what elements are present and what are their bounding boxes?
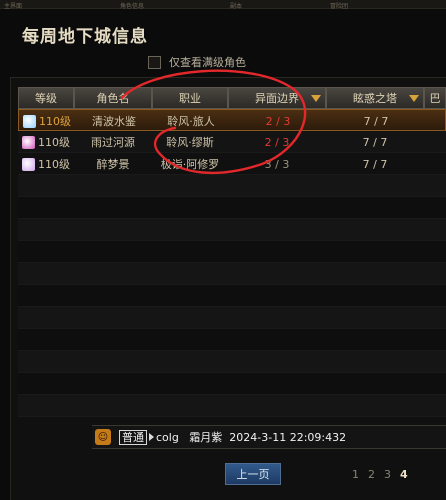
filter-checkbox[interactable] <box>148 55 161 69</box>
top-tab[interactable]: 冒险团 <box>330 1 348 10</box>
page-title: 每周地下城信息 <box>22 27 148 47</box>
page-link-current[interactable]: 4 <box>400 468 408 481</box>
tower-count: 7 / 7 <box>362 135 388 149</box>
empty-row <box>18 285 446 307</box>
page-link[interactable]: 2 <box>368 468 375 481</box>
table-header: 等级 角色名 职业 异面边界 眩惑之塔 巴 <box>18 87 446 109</box>
table-row[interactable]: 110级 雨过河源 聆风·缪斯 2 / 3 7 / 7 <box>18 131 446 153</box>
top-tab[interactable]: 主界面 <box>4 1 22 10</box>
char-class: 极诣·阿修罗 <box>160 158 220 171</box>
max-level-filter[interactable]: 仅查看满级角色 <box>148 54 246 70</box>
empty-row <box>18 351 446 373</box>
filter-label: 仅查看满级角色 <box>169 56 246 69</box>
char-class: 聆风·缪斯 <box>166 136 214 149</box>
empty-row <box>18 197 446 219</box>
avatar <box>22 157 35 171</box>
chat-channel-badge[interactable]: 普通 <box>119 429 147 445</box>
char-name: 醉梦景 <box>96 158 130 171</box>
smiley-icon[interactable]: ☺ <box>95 429 111 445</box>
empty-row <box>18 307 446 329</box>
sort-arrow-icon[interactable] <box>409 95 419 102</box>
col-tower[interactable]: 眩惑之塔 <box>326 87 424 109</box>
page-numbers: 1 2 3 4 <box>352 468 417 481</box>
char-name: 雨过河源 <box>91 136 135 149</box>
empty-row <box>18 373 446 395</box>
empty-row <box>18 175 446 197</box>
boundary-count: 2 / 3 <box>264 135 290 149</box>
table-row[interactable]: 110级 清波水鉴 聆风·旅人 2 / 3 7 / 7 <box>18 109 446 131</box>
boundary-count: 2 / 3 <box>265 114 291 128</box>
col-extra[interactable]: 巴 <box>424 87 446 109</box>
chat-input[interactable]: colg 霜月紫 2024-3-11 22:09:432 <box>156 429 346 445</box>
table-row[interactable]: 110级 醉梦景 极诣·阿修罗 3 / 3 7 / 7 <box>18 153 446 175</box>
chat-bar[interactable]: ☺ 普通 colg 霜月紫 2024-3-11 22:09:432 <box>92 425 446 449</box>
top-tab[interactable]: 副本 <box>230 1 242 10</box>
top-tab-strip: 主界面 角色信息 副本 冒险团 <box>0 0 446 10</box>
table-body: 110级 清波水鉴 聆风·旅人 2 / 3 7 / 7 110级 雨过河源 聆风… <box>18 109 446 417</box>
prev-page-button[interactable]: 上一页 <box>225 463 281 485</box>
tower-count: 7 / 7 <box>363 114 389 128</box>
top-tab[interactable]: 角色信息 <box>120 1 144 10</box>
col-name[interactable]: 角色名 <box>74 87 152 109</box>
empty-row <box>18 329 446 351</box>
sort-arrow-icon[interactable] <box>311 95 321 102</box>
boundary-count: 3 / 3 <box>264 157 290 171</box>
page-link[interactable]: 3 <box>384 468 391 481</box>
channel-arrow-icon <box>149 433 154 441</box>
col-level[interactable]: 等级 <box>18 87 74 109</box>
char-class: 聆风·旅人 <box>167 115 215 128</box>
empty-row <box>18 241 446 263</box>
avatar <box>23 114 36 128</box>
empty-row <box>18 263 446 285</box>
col-class[interactable]: 职业 <box>152 87 228 109</box>
empty-row <box>18 219 446 241</box>
avatar <box>22 135 35 149</box>
char-name: 清波水鉴 <box>92 115 136 128</box>
page-link[interactable]: 1 <box>352 468 359 481</box>
tower-count: 7 / 7 <box>362 157 388 171</box>
empty-row <box>18 395 446 417</box>
col-boundary[interactable]: 异面边界 <box>228 87 326 109</box>
